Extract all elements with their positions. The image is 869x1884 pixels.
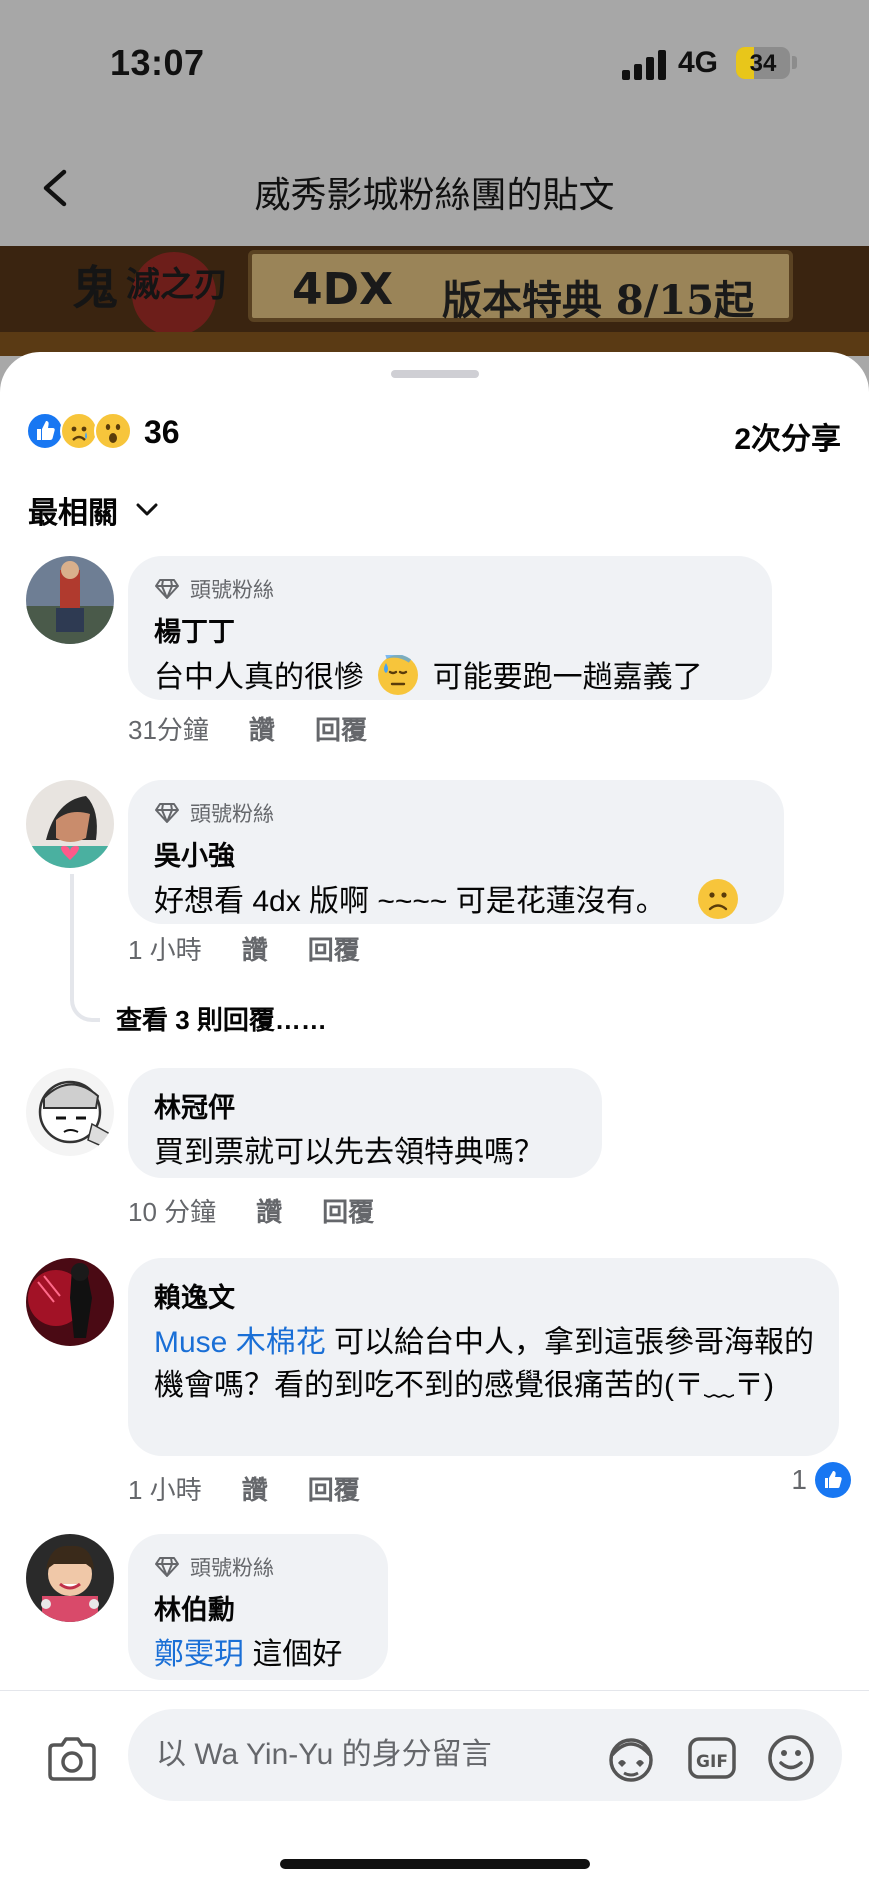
diamond-icon xyxy=(155,1557,179,1577)
top-fan-badge: 頭號粉絲 xyxy=(154,1552,364,1582)
svg-text:滅之刃: 滅之刃 xyxy=(126,265,228,305)
banner-plate: 4DX 版本特典 8/15起 xyxy=(248,250,793,324)
like-button[interactable]: 讚 xyxy=(249,710,275,747)
comment-text: 好想看 4dx 版啊 ~~~~ 可是花蓮沒有。 xyxy=(154,879,760,923)
sort-dropdown[interactable]: 最相關 xyxy=(28,488,158,532)
comment-meta: 10 分鐘 讚 回覆 xyxy=(128,1192,414,1229)
avatar[interactable] xyxy=(26,556,114,644)
frown-emoji-icon xyxy=(698,879,739,919)
emoji-icon[interactable] xyxy=(764,1733,818,1783)
avatar[interactable] xyxy=(26,1068,114,1156)
mention-link[interactable]: Muse 木棉花 xyxy=(154,1326,326,1359)
network-label: 4G xyxy=(678,46,719,79)
avatar[interactable] xyxy=(26,780,114,868)
comment-time: 1 小時 xyxy=(128,1475,202,1505)
comment-author[interactable]: 楊丁丁 xyxy=(154,610,748,649)
wow-icon xyxy=(94,412,132,450)
comment-text: Muse 木棉花 可以給台中人，拿到這張參哥海報的機會嗎？看的到吃不到的感覺很痛… xyxy=(154,1321,815,1407)
comment-time: 1 小時 xyxy=(128,935,202,965)
comment-bubble[interactable]: 頭號粉絲 楊丁丁 台中人真的很慘 可能要跑一趟嘉義了 xyxy=(128,556,772,700)
mention-link[interactable]: 鄭雯玥 xyxy=(154,1638,244,1671)
sort-label: 最相關 xyxy=(28,497,118,530)
comment-author[interactable]: 林冠伻 xyxy=(154,1086,578,1125)
like-button[interactable]: 讚 xyxy=(256,1192,282,1229)
battery-icon: 34 xyxy=(736,47,790,79)
share-count[interactable]: 2次分享 xyxy=(734,414,841,458)
home-indicator xyxy=(280,1859,590,1869)
comment-text-part: 好想看 4dx 版啊 ~~~~ 可是花蓮沒有。 xyxy=(154,885,666,918)
comment-like-count[interactable]: 1 xyxy=(791,1462,851,1498)
like-count-number: 1 xyxy=(791,1464,807,1495)
badge-label: 頭號粉絲 xyxy=(190,579,274,602)
camera-icon[interactable] xyxy=(44,1731,100,1787)
chevron-down-icon xyxy=(136,503,158,516)
reaction-count: 36 xyxy=(144,414,180,450)
comment-composer: GIF xyxy=(0,1690,869,1884)
comment-bubble[interactable]: 林冠伻 買到票就可以先去領特典嗎？ xyxy=(128,1068,602,1178)
banner-text: 版本特典 8/15起 xyxy=(442,277,755,324)
like-icon xyxy=(815,1462,851,1498)
comment-time: 31分鐘 xyxy=(128,715,209,745)
comment-author[interactable]: 賴逸文 xyxy=(154,1276,815,1315)
page-title: 威秀影城粉絲團的貼文 xyxy=(254,174,615,215)
battery-tip xyxy=(792,56,797,69)
comment-meta: 1 小時 讚 回覆 xyxy=(128,930,400,967)
avatar-sticker-icon[interactable] xyxy=(604,1733,658,1783)
comment-meta: 31分鐘 讚 回覆 xyxy=(128,710,407,747)
comment-bubble[interactable]: 頭號粉絲 吳小強 好想看 4dx 版啊 ~~~~ 可是花蓮沒有。 xyxy=(128,780,784,924)
comment-text-part: 可能要跑一趟嘉義了 xyxy=(432,661,703,694)
svg-text:鬼: 鬼 xyxy=(72,261,118,315)
reply-button[interactable]: 回覆 xyxy=(322,1192,374,1229)
comment-bubble[interactable]: 賴逸文 Muse 木棉花 可以給台中人，拿到這張參哥海報的機會嗎？看的到吃不到的… xyxy=(128,1258,839,1456)
comment-text: 買到票就可以先去領特典嗎？ xyxy=(154,1136,544,1169)
sad-icon xyxy=(60,412,98,450)
avatar[interactable] xyxy=(26,1534,114,1622)
battery-level: 34 xyxy=(749,50,777,77)
top-fan-badge: 頭號粉絲 xyxy=(154,574,748,604)
sheet-grabber[interactable] xyxy=(391,370,479,378)
comment-text: 鄭雯玥 這個好 xyxy=(154,1633,364,1676)
like-button[interactable]: 讚 xyxy=(242,930,268,967)
brand-4dx: 4DX xyxy=(292,264,394,315)
reply-button[interactable]: 回覆 xyxy=(315,710,367,747)
clock: 13:07 xyxy=(110,42,205,83)
like-icon xyxy=(26,412,64,450)
comment-text: 台中人真的很慘 可能要跑一趟嘉義了 xyxy=(154,653,748,699)
movie-logo-icon: 鬼 滅之刃 xyxy=(72,252,228,336)
gif-icon[interactable]: GIF xyxy=(686,1733,740,1783)
diamond-icon xyxy=(155,803,179,823)
avatar[interactable] xyxy=(26,1258,114,1346)
top-fan-badge: 頭號粉絲 xyxy=(154,798,760,828)
svg-text:GIF: GIF xyxy=(696,1752,728,1772)
post-header: 威秀影城粉絲團的貼文 xyxy=(0,130,869,246)
sweat-emoji-icon xyxy=(378,653,419,695)
comment-time: 10 分鐘 xyxy=(128,1197,217,1227)
comment-meta: 1 小時 讚 回覆 xyxy=(128,1470,400,1507)
thread-line xyxy=(70,874,100,1022)
post-image-banner[interactable]: 鬼 滅之刃 4DX 版本特典 8/15起 xyxy=(0,246,869,356)
signal-icon xyxy=(622,50,668,80)
status-bar: 13:07 4G 34 xyxy=(0,0,869,130)
reply-button[interactable]: 回覆 xyxy=(308,1470,360,1507)
comment-bubble[interactable]: 頭號粉絲 林伯勳 鄭雯玥 這個好 xyxy=(128,1534,388,1680)
diamond-icon xyxy=(155,579,179,599)
badge-label: 頭號粉絲 xyxy=(190,1557,274,1580)
badge-label: 頭號粉絲 xyxy=(190,803,274,826)
reply-button[interactable]: 回覆 xyxy=(308,930,360,967)
view-replies-link[interactable]: 查看 3 則回覆…… xyxy=(116,1000,327,1037)
comment-author[interactable]: 吳小強 xyxy=(154,834,760,873)
comment-text-part: 台中人真的很慘 xyxy=(154,661,364,694)
like-button[interactable]: 讚 xyxy=(242,1470,268,1507)
comment-author[interactable]: 林伯勳 xyxy=(154,1588,364,1627)
comment-text-part: 這個好 xyxy=(244,1638,343,1671)
